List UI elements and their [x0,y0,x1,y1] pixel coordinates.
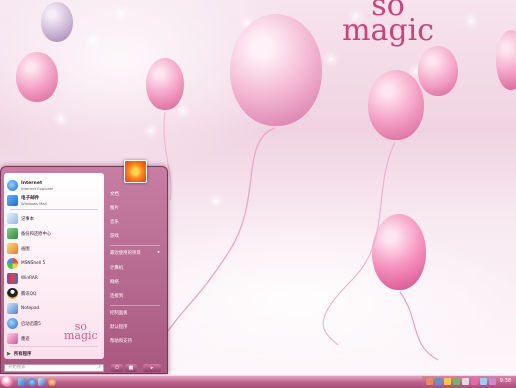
menu-separator [10,346,98,347]
recent-item-msnshell[interactable]: MSNShell 5 [7,258,102,269]
recent-item-label: MSNShell 5 [21,261,46,266]
internet-explorer-icon [7,180,18,191]
system-tray: 9:38 [422,376,516,388]
recent-item-label: WinRAR [21,276,38,281]
places-item-games[interactable]: 游戏 [110,233,119,239]
tray-app-icon[interactable] [489,378,496,385]
menu-separator [10,209,98,210]
start-search-input[interactable]: 开始搜索 ⌕ [4,364,104,372]
power-icon: ⏻ [115,365,119,371]
pinned-mail[interactable]: 电子邮件 Windows Mail [7,195,102,206]
places-item-default-programs[interactable]: 默认程序 [110,324,128,330]
places-item-connect[interactable]: 连接到 [110,293,123,299]
menu-separator [110,305,160,306]
pinned-subtitle: Internet Explorer [21,185,54,191]
places-item-label: 最近使用的项目 [110,251,141,256]
places-item-network[interactable]: 网络 [110,279,119,285]
all-programs-button[interactable]: ▶ 所有程序 [7,349,102,358]
tray-app-icon[interactable] [471,378,478,385]
internet-explorer-icon[interactable] [28,378,36,386]
places-item-documents[interactable]: 文档 [110,191,119,197]
tray-app-icon[interactable] [426,378,433,385]
shutdown-options-button[interactable]: ▸ [143,364,161,372]
recent-item-label: 画图 [21,246,30,252]
start-menu-logo: so magic [64,321,98,342]
thunder-icon [7,318,18,329]
winrar-icon [7,273,18,284]
mail-icon [7,195,18,206]
pinned-subtitle: Windows Mail [21,201,47,206]
power-button[interactable]: ⏻ [111,364,123,372]
volume-icon[interactable] [462,378,469,385]
places-item-music[interactable]: 音乐 [110,219,119,225]
arrow-right-icon: ▶ [7,350,11,357]
taskbar: 9:38 [0,375,516,388]
backup-icon [7,228,18,239]
recent-item-winrar[interactable]: WinRAR [7,273,102,284]
recent-item-qq[interactable]: 腾讯QQ [7,288,102,299]
tray-app-icon[interactable] [444,378,451,385]
recent-item-notepad[interactable]: 记事本 [7,213,102,224]
ink-icon [7,333,18,344]
lock-icon: ■ [128,365,134,371]
recent-item-label: 备份和还原中心 [21,231,52,237]
start-menu-programs-pane: Internet Internet Explorer 电子邮件 Windows Ma… [4,173,104,359]
pinned-internet[interactable]: Internet Internet Explorer [7,180,102,191]
recent-item-backup[interactable]: 备份和还原中心 [7,228,102,239]
lock-button[interactable]: ■ [125,364,137,372]
search-placeholder: 开始搜索 [8,365,26,370]
taskbar-clock[interactable]: 9:38 [500,378,511,384]
msn-shell-icon [7,258,18,269]
start-menu-places-pane: 文档 图片 音乐 游戏 最近使用的项目 ▸ 计算机 网络 连接到 控制面板 默认… [106,173,164,359]
start-button[interactable] [1,376,14,387]
places-item-computer[interactable]: 计算机 [110,265,123,271]
wallpaper-logo-line2: magic [342,12,434,48]
tray-app-icon[interactable] [435,378,442,385]
chevron-right-icon: ▸ [150,365,154,371]
places-item-help[interactable]: 帮助和支持 [110,338,132,344]
places-item-control-panel[interactable]: 控制面板 [110,310,128,316]
recent-item-label: 墨迹 [21,336,30,342]
search-icon: ⌕ [98,365,101,370]
user-avatar[interactable] [124,160,147,183]
wallpaper-logo: so magic [342,0,434,48]
recent-item-notepad2[interactable]: Notepad [7,303,102,314]
show-desktop-icon[interactable] [18,378,26,386]
switch-windows-icon[interactable] [38,378,46,386]
recent-item-label: 启动迅雷5 [21,321,41,327]
network-icon[interactable] [453,378,460,385]
media-player-icon[interactable] [48,378,56,386]
recent-item-label: 记事本 [21,216,34,222]
qq-icon [7,288,18,299]
arrow-right-icon: ▸ [157,250,160,255]
notepad2-icon [7,303,18,314]
menu-separator [110,245,160,246]
start-menu-logo-line2: magic [64,328,98,342]
paint-icon [7,243,18,254]
notepad-icon [7,213,18,224]
places-item-recent[interactable]: 最近使用的项目 ▸ [110,250,160,256]
start-menu: Internet Internet Explorer 电子邮件 Windows Ma… [0,166,168,374]
tray-app-icon[interactable] [480,378,487,385]
all-programs-label: 所有程序 [13,351,32,357]
recent-item-paint[interactable]: 画图 [7,243,102,254]
recent-item-label: Notepad [21,306,40,311]
recent-item-label: 腾讯QQ [21,291,37,297]
places-item-pictures[interactable]: 图片 [110,205,119,211]
